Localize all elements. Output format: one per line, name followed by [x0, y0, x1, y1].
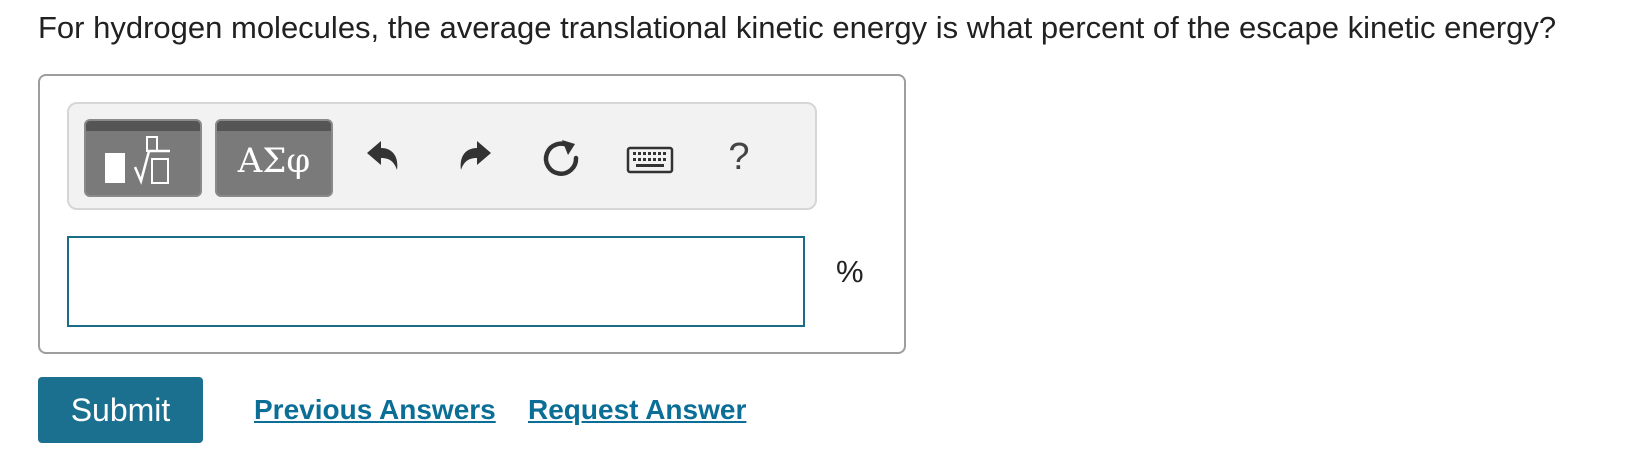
- reset-icon: [543, 140, 579, 176]
- undo-button[interactable]: [361, 136, 405, 180]
- templates-root-icon: [105, 136, 170, 185]
- answer-input[interactable]: [67, 236, 805, 327]
- symbols-button[interactable]: ΑΣφ: [215, 119, 333, 197]
- redo-icon: [460, 141, 491, 170]
- keyboard-icon: [626, 146, 674, 174]
- redo-button[interactable]: [453, 136, 497, 180]
- reset-button[interactable]: [539, 136, 583, 180]
- templates-button[interactable]: [84, 119, 202, 197]
- question-text: For hydrogen molecules, the average tran…: [38, 10, 1557, 45]
- unit-label: %: [836, 254, 864, 289]
- answer-panel: ΑΣφ ? %: [38, 74, 906, 354]
- previous-answers-link[interactable]: Previous Answers: [254, 390, 496, 430]
- greek-symbols-label: ΑΣφ: [237, 141, 311, 181]
- request-answer-link[interactable]: Request Answer: [528, 390, 746, 430]
- help-button[interactable]: ?: [719, 134, 759, 180]
- undo-icon: [367, 141, 398, 170]
- keyboard-button[interactable]: [625, 136, 675, 180]
- submit-button[interactable]: Submit: [38, 377, 203, 443]
- math-toolbar: ΑΣφ ?: [67, 102, 817, 210]
